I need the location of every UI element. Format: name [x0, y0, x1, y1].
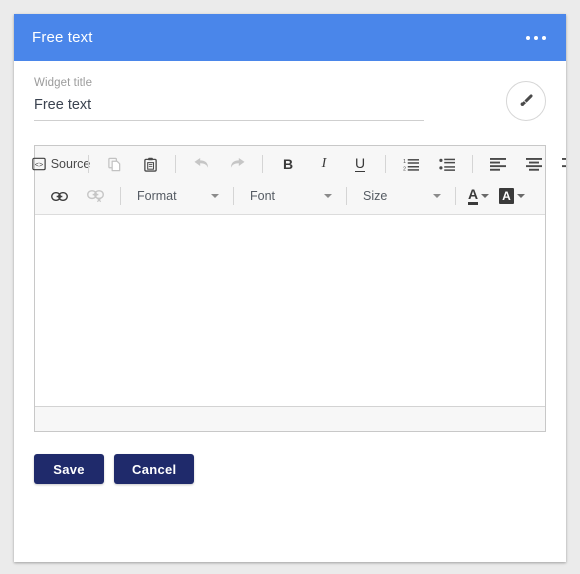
align-left-icon [490, 157, 506, 171]
size-select-label: Size [363, 189, 388, 203]
toolbar-separator [455, 187, 456, 205]
copy-button[interactable] [97, 152, 131, 176]
toolbar-separator [262, 155, 263, 173]
brush-icon [517, 92, 535, 110]
brush-style-button[interactable] [506, 81, 546, 121]
widget-title-input[interactable] [34, 97, 424, 121]
free-text-widget-dialog: Free text Widget title Free text <> Sour… [14, 14, 566, 562]
chevron-down-icon [211, 194, 219, 198]
kebab-dot-2 [534, 35, 538, 40]
chevron-down-icon [324, 194, 332, 198]
toolbar-separator [88, 155, 89, 173]
svg-text:1: 1 [403, 159, 406, 165]
redo-arrow-icon [229, 157, 246, 172]
rich-text-editor: <> Source B I U 1 2 Format Font Size A A [31, 145, 566, 432]
bulleted-list-icon [438, 157, 456, 172]
chevron-down-icon [433, 194, 441, 198]
font-select-label: Font [250, 189, 276, 203]
svg-text:2: 2 [403, 166, 406, 172]
toolbar-separator [233, 187, 234, 205]
kebab-menu-icon[interactable] [524, 28, 548, 48]
svg-text:<>: <> [35, 162, 43, 170]
toolbar-separator [175, 155, 176, 173]
redo-button[interactable] [220, 152, 254, 176]
undo-button[interactable] [184, 152, 218, 176]
paste-button[interactable] [133, 152, 167, 176]
background-color-icon: A [499, 188, 514, 204]
copy-icon [107, 157, 122, 172]
kebab-dot-3 [542, 35, 546, 40]
toolbar-separator [120, 187, 121, 205]
bold-icon: B [282, 156, 294, 172]
unlink-icon [86, 189, 104, 203]
align-center-icon [526, 157, 542, 171]
bold-button[interactable]: B [271, 152, 305, 176]
widget-title-field-group: Widget title [34, 77, 424, 121]
save-button[interactable]: Save [34, 454, 104, 484]
chevron-down-icon [481, 194, 490, 198]
text-color-button[interactable]: A [465, 187, 492, 205]
editor-content-area[interactable] [35, 215, 545, 407]
toolbar-separator [385, 155, 386, 173]
editor-toolbar: <> Source B I U 1 2 Format Font Size A A [31, 146, 566, 215]
dialog-actions: Save Cancel [34, 454, 546, 508]
kebab-dot-1 [526, 35, 530, 40]
unlink-button[interactable] [78, 184, 112, 208]
dialog-header: Free text [14, 14, 566, 61]
editor-status-bar [35, 407, 545, 431]
editor-toolbar-row-2: Format Font Size A A [35, 180, 545, 212]
link-button[interactable] [42, 184, 76, 208]
dialog-title: Free text [32, 29, 93, 46]
background-color-button[interactable]: A [496, 188, 528, 204]
undo-arrow-icon [193, 157, 210, 172]
align-left-button[interactable] [481, 152, 515, 176]
toolbar-separator [472, 155, 473, 173]
dialog-body: Widget title Free text <> Source B I U 1… [14, 61, 566, 508]
numbered-list-button[interactable]: 1 2 [394, 152, 428, 176]
toolbar-separator [346, 187, 347, 205]
editor-toolbar-row-1: <> Source B I U 1 2 [31, 148, 566, 180]
bulleted-list-button[interactable] [430, 152, 464, 176]
source-button-label: Source [50, 157, 91, 171]
source-code-icon: <> [31, 157, 46, 171]
format-select[interactable]: Format [129, 184, 225, 208]
numbered-list-icon: 1 2 [403, 157, 420, 172]
size-select[interactable]: Size [355, 184, 447, 208]
paste-icon [143, 157, 158, 172]
source-button[interactable]: <> Source [31, 152, 90, 176]
widget-title-label: Widget title [34, 77, 93, 89]
cancel-button[interactable]: Cancel [114, 454, 195, 484]
format-select-label: Format [137, 189, 177, 203]
chevron-down-icon [516, 194, 525, 198]
font-select[interactable]: Font [242, 184, 338, 208]
align-right-button[interactable] [553, 152, 566, 176]
align-right-icon [562, 157, 566, 171]
underline-button[interactable]: U [343, 152, 377, 176]
link-icon [50, 190, 68, 203]
italic-icon: I [321, 156, 327, 171]
align-center-button[interactable] [517, 152, 551, 176]
underline-icon: U [354, 154, 366, 173]
italic-button[interactable]: I [307, 152, 341, 176]
widget-title-row: Widget title [34, 77, 546, 121]
text-color-icon: A [468, 187, 479, 205]
